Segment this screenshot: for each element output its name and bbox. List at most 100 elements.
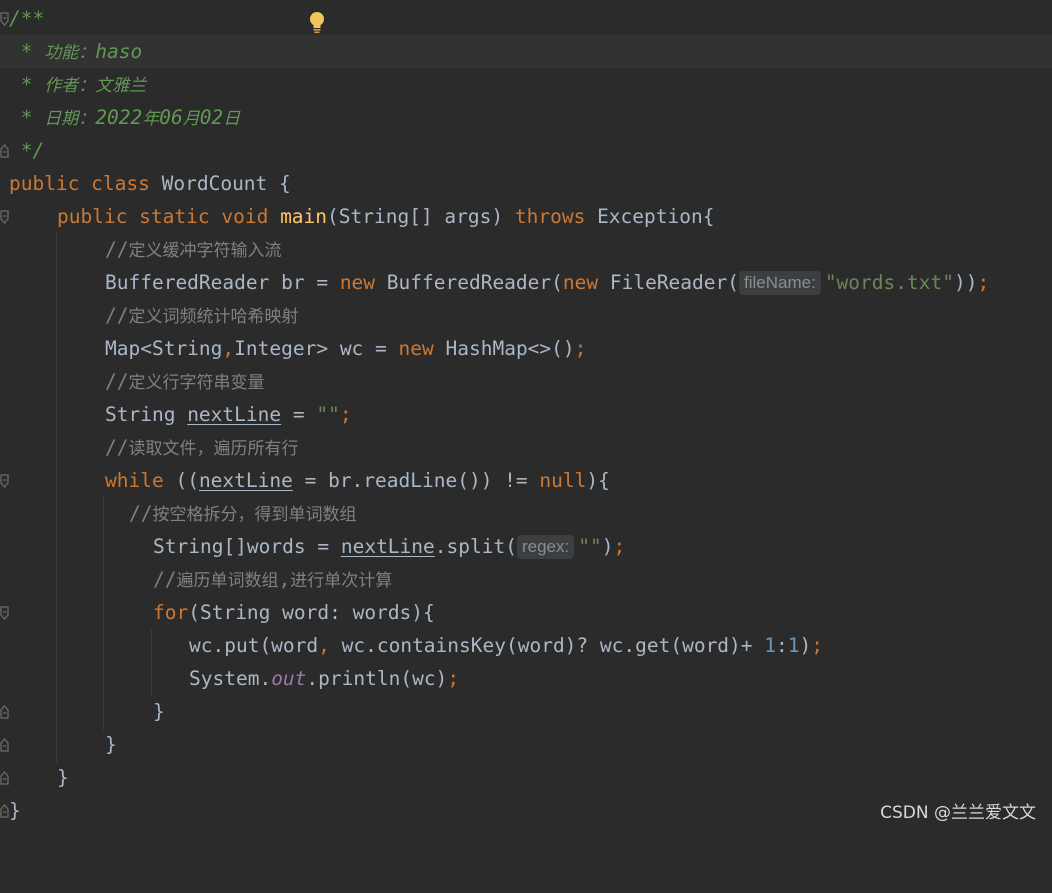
comma: ,: [318, 634, 342, 657]
code-text: FileReader(: [609, 271, 739, 294]
code-line-5[interactable]: */: [0, 134, 1052, 167]
code-line-19[interactable]: for(String word: words){: [0, 596, 1052, 629]
code-text: wc.put(word: [189, 634, 319, 657]
code-text: ){: [586, 469, 610, 492]
code-line-10[interactable]: //定义词频统计哈希映射: [0, 299, 1052, 332]
semicolon: ;: [447, 667, 460, 690]
lightbulb-icon[interactable]: [306, 10, 328, 36]
code-line-4[interactable]: * 日期：2022年06月02日: [0, 101, 1052, 134]
fold-marker-icon[interactable]: [0, 804, 10, 818]
comment-slashes: //: [105, 370, 129, 393]
code-line-8[interactable]: //定义缓冲字符输入流: [0, 233, 1052, 266]
comment-text: 按空格拆分，得到单词数组: [152, 505, 357, 525]
code-line-2[interactable]: * 功能：haso: [0, 35, 1052, 68]
fold-marker-icon[interactable]: [0, 606, 10, 620]
comma: ,: [222, 337, 235, 360]
variable-nextline: nextLine: [198, 469, 293, 492]
exception-type: Exception{: [597, 205, 715, 228]
fold-marker-icon[interactable]: [0, 210, 10, 224]
code-line-13[interactable]: String nextLine = "";: [0, 398, 1052, 431]
number-literal: 1: [764, 634, 777, 657]
code-text: .split(: [434, 535, 517, 558]
keyword: throws: [514, 205, 598, 228]
fold-marker-icon[interactable]: [0, 144, 10, 158]
doc-comment-date-label: 日期：: [44, 109, 96, 129]
closing-brace: }: [9, 799, 21, 822]
code-text: ): [799, 634, 812, 657]
comment-text: 定义行字符串变量: [128, 373, 265, 393]
closing-brace: }: [57, 766, 69, 789]
comment-text: 定义词频统计哈希映射: [128, 307, 299, 327]
keyword: while: [105, 469, 176, 492]
doc-comment-star: *: [9, 106, 45, 129]
code-line-23[interactable]: }: [0, 728, 1052, 761]
code-line-12[interactable]: //定义行字符串变量: [0, 365, 1052, 398]
keyword: new: [339, 271, 387, 294]
number-literal: 1: [787, 634, 800, 657]
code-line-3[interactable]: * 作者：文雅兰: [0, 68, 1052, 101]
doc-date-day: 02: [199, 106, 224, 129]
doc-date-year: 2022: [95, 106, 143, 129]
code-line-16[interactable]: //按空格拆分，得到单词数组: [0, 497, 1052, 530]
comment-slashes: //: [105, 436, 129, 459]
code-line-11[interactable]: Map<String,Integer> wc = new HashMap<>()…: [0, 332, 1052, 365]
code-line-6[interactable]: public class WordCount {: [0, 167, 1052, 200]
semicolon: ;: [811, 634, 824, 657]
doc-date-month: 06: [159, 106, 183, 129]
keyword: null: [539, 469, 587, 492]
doc-date-year-char: 年: [142, 109, 160, 129]
code-line-18[interactable]: //遍历单词数组,进行单次计算: [0, 563, 1052, 596]
fold-marker-icon[interactable]: [0, 474, 10, 488]
method-name: main: [280, 205, 328, 228]
code-line-17[interactable]: String[]words = nextLine.split(regex: "")…: [0, 530, 1052, 563]
code-line-1[interactable]: /**: [0, 2, 1052, 35]
comment-slashes: //: [153, 568, 177, 591]
fold-marker-icon[interactable]: [0, 738, 10, 752]
code-text: BufferedReader(: [386, 271, 563, 294]
code-line-9[interactable]: BufferedReader br = new BufferedReader(n…: [0, 266, 1052, 299]
code-text: System.: [189, 667, 272, 690]
fold-marker-icon[interactable]: [0, 771, 10, 785]
comment-text: 进行单次计算: [290, 571, 393, 591]
doc-comment-open: /**: [9, 7, 45, 30]
code-text: String: [105, 403, 188, 426]
comment-slashes: //: [105, 304, 129, 327]
method-params: (String[] args): [327, 205, 515, 228]
class-name: WordCount {: [161, 172, 291, 195]
doc-comment-star: *: [9, 73, 45, 96]
closing-brace: }: [153, 700, 165, 723]
doc-date-day-char: 日: [223, 109, 241, 129]
code-line-22[interactable]: }: [0, 695, 1052, 728]
code-text: Integer> wc =: [234, 337, 399, 360]
code-line-20[interactable]: wc.put(word, wc.containsKey(word)? wc.ge…: [0, 629, 1052, 662]
code-text: BufferedReader br =: [105, 271, 340, 294]
string-literal: "": [578, 535, 602, 558]
semicolon: ;: [977, 271, 990, 294]
code-line-24[interactable]: }: [0, 761, 1052, 794]
code-text: wc.containsKey(word)? wc.get(word)+: [341, 634, 765, 657]
semicolon: ;: [574, 337, 587, 360]
code-line-15[interactable]: while ((nextLine = br.readLine()) != nul…: [0, 464, 1052, 497]
code-text: ): [601, 535, 614, 558]
doc-comment-star: *: [9, 40, 45, 63]
code-line-14[interactable]: //读取文件，遍历所有行: [0, 431, 1052, 464]
semicolon: ;: [339, 403, 352, 426]
fold-marker-icon[interactable]: [0, 12, 10, 26]
keyword: public class: [9, 172, 162, 195]
watermark: CSDN @兰兰爱文文: [880, 803, 1036, 823]
code-line-21[interactable]: System.out.println(wc);: [0, 662, 1052, 695]
keyword: public static void: [57, 205, 281, 228]
code-text: )): [953, 271, 978, 294]
code-line-7[interactable]: public static void main(String[] args) t…: [0, 200, 1052, 233]
doc-comment-author: 作者：文雅兰: [44, 76, 147, 96]
code-text: =: [281, 403, 317, 426]
code-text: :: [776, 634, 788, 657]
variable-nextline: nextLine: [187, 403, 282, 426]
comment-comma: ,: [278, 568, 291, 591]
fold-marker-icon[interactable]: [0, 705, 10, 719]
comment-slashes: //: [105, 238, 129, 261]
variable-nextline: nextLine: [340, 535, 435, 558]
code-editor[interactable]: /** * 功能：haso * 作者：文雅兰 * 日期：2022年06月02日 …: [0, 0, 1052, 831]
code-text: Map<String: [105, 337, 223, 360]
doc-comment-close: */: [9, 139, 45, 162]
